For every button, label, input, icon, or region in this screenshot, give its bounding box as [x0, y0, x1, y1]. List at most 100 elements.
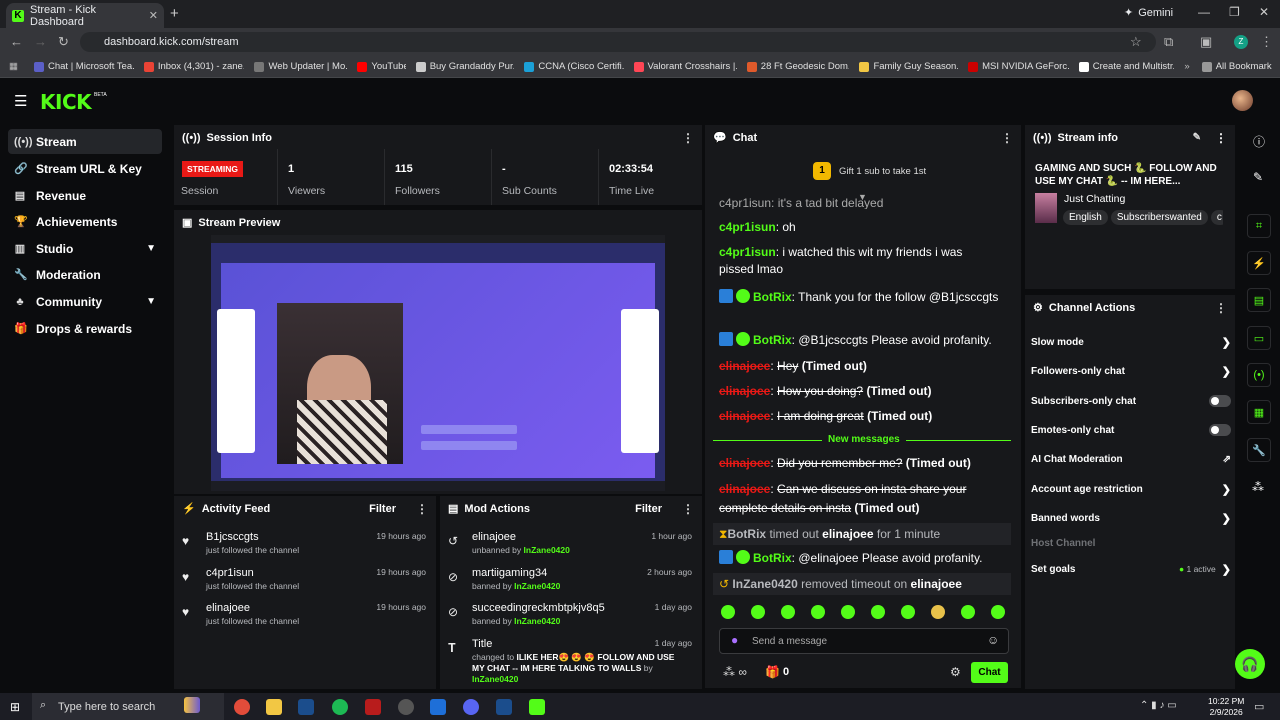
sidebar-item-drops[interactable]: 🎁 Drops & rewards: [8, 316, 162, 341]
microphone-icon[interactable]: ●: [731, 633, 738, 647]
app-icon[interactable]: [430, 699, 446, 715]
browser-tab[interactable]: K Stream - Kick Dashboard ✕: [6, 3, 164, 28]
chat-username[interactable]: elinajoee: [719, 409, 770, 423]
tab-close-icon[interactable]: ✕: [149, 9, 158, 22]
new-tab-icon[interactable]: +: [170, 5, 179, 22]
sidebar-item-revenue[interactable]: ▤ Revenue: [8, 183, 162, 208]
system-actor[interactable]: InZane0420: [732, 577, 797, 591]
subscribers-only-toggle[interactable]: [1209, 395, 1231, 407]
chat-username[interactable]: BotRix: [753, 333, 792, 347]
clock[interactable]: 10:22 PM 2/9/2026: [1208, 696, 1244, 718]
clipboard-icon[interactable]: ▤: [1247, 288, 1271, 312]
community-icon[interactable]: ⁂: [1252, 480, 1264, 494]
bookmark[interactable]: 28 Ft Geodesic Dom...: [746, 61, 849, 72]
lightning-icon[interactable]: ⚡: [1247, 251, 1271, 275]
mod-target[interactable]: succeedingreckmbtpkjv8q5: [472, 602, 605, 614]
chat-username[interactable]: BotRix: [753, 290, 792, 304]
app-icon[interactable]: [365, 699, 381, 715]
mod-actor[interactable]: InZane0420: [514, 616, 560, 626]
chat-username[interactable]: c4pr1isun: [719, 220, 776, 234]
notifications-icon[interactable]: ▭: [1254, 700, 1264, 713]
emotes-only-toggle[interactable]: [1209, 424, 1231, 436]
emote-icon[interactable]: [991, 605, 1005, 619]
sidebar-item-moderation[interactable]: 🔧 Moderation: [8, 262, 162, 287]
chat-input[interactable]: Send a message: [719, 628, 1009, 654]
maximize-icon[interactable]: ❐: [1229, 5, 1240, 19]
chat-username[interactable]: elinajoee: [719, 359, 770, 373]
bookmark[interactable]: MSI NVIDIA GeForc...: [968, 61, 1069, 72]
close-window-icon[interactable]: ✕: [1259, 5, 1269, 19]
set-goals-row[interactable]: Set goals ● 1 active ❯: [1031, 558, 1231, 580]
spotify-icon[interactable]: [332, 699, 348, 715]
emoji-picker-icon[interactable]: ☺: [987, 633, 999, 647]
apps-icon[interactable]: ▦: [9, 61, 18, 72]
bookmark[interactable]: Buy Grandaddy Pur...: [415, 61, 514, 72]
bookmark[interactable]: Family Guy Season...: [859, 61, 958, 72]
panel-menu-icon[interactable]: ⋮: [416, 502, 428, 516]
tag[interactable]: English: [1063, 210, 1108, 225]
filter-button[interactable]: Filter: [635, 503, 662, 515]
new-messages-label[interactable]: New messages: [822, 434, 906, 445]
bookmark[interactable]: CCNA (Cisco Certifi...: [524, 61, 624, 72]
side-panel-icon[interactable]: ▣: [1200, 34, 1212, 50]
wrench-icon[interactable]: 🔧: [1247, 438, 1271, 462]
panel-menu-icon[interactable]: ⋮: [682, 131, 694, 145]
sidebar-item-achievements[interactable]: 🏆 Achievements: [8, 209, 162, 234]
emote-icon[interactable]: [931, 605, 945, 619]
mod-target[interactable]: martiigaming34: [472, 567, 547, 579]
back-icon[interactable]: ←: [10, 34, 23, 49]
bookmark[interactable]: YouTube: [357, 61, 406, 72]
chat-username[interactable]: c4pr1isun: [719, 245, 776, 259]
emote-icon[interactable]: [811, 605, 825, 619]
bookmark-star-icon[interactable]: ☆: [1130, 34, 1142, 50]
chat-send-button[interactable]: Chat: [971, 662, 1008, 683]
followers-only-row[interactable]: Followers-only chat ❯: [1031, 360, 1231, 382]
banned-words-row[interactable]: Banned words ❯: [1031, 507, 1231, 529]
steam-icon[interactable]: [298, 699, 314, 715]
category-name[interactable]: Just Chatting: [1064, 193, 1125, 205]
system-target[interactable]: elinajoee: [822, 527, 873, 541]
gift-sub-prompt[interactable]: Gift 1 sub to take 1st: [839, 166, 926, 177]
tag[interactable]: c: [1210, 210, 1223, 225]
bookmark[interactable]: Create and Multistr...: [1078, 61, 1174, 72]
support-button[interactable]: 🎧: [1235, 649, 1265, 679]
tag[interactable]: Subscriberswanted: [1110, 210, 1208, 225]
emote-icon[interactable]: [721, 605, 735, 619]
more-bookmarks-icon[interactable]: »: [1184, 61, 1189, 72]
edit-icon[interactable]: ✎: [1193, 132, 1201, 143]
feed-username[interactable]: c4pr1isun: [206, 567, 254, 579]
slow-mode-row[interactable]: Slow mode ❯: [1031, 331, 1231, 353]
kick-logo[interactable]: KICK: [40, 90, 92, 114]
kick-app-icon[interactable]: [529, 699, 545, 715]
obs-icon[interactable]: [398, 699, 414, 715]
sidebar-item-studio[interactable]: ▥ Studio ▼: [8, 236, 162, 261]
broadcast-icon[interactable]: (•): [1247, 363, 1271, 387]
sidebar-item-stream[interactable]: ((•)) Stream: [8, 129, 162, 154]
system-tray-icons[interactable]: ⌃ ▮ ♪ ▭: [1140, 700, 1177, 711]
steam-icon[interactable]: [496, 699, 512, 715]
feed-username[interactable]: elinajoee: [206, 602, 250, 614]
emote-icon[interactable]: [781, 605, 795, 619]
avatar[interactable]: [1232, 90, 1253, 111]
chrome-icon[interactable]: [234, 699, 250, 715]
mod-actor[interactable]: InZane0420: [514, 581, 560, 591]
emote-icon[interactable]: [841, 605, 855, 619]
filter-button[interactable]: Filter: [369, 503, 396, 515]
emote-icon[interactable]: [871, 605, 885, 619]
chat-activity-icon[interactable]: ⁂ ∞: [723, 665, 747, 679]
all-bookmarks[interactable]: All Bookmarks: [1201, 61, 1272, 72]
bookmark[interactable]: Inbox (4,301) - zane...: [143, 61, 244, 72]
hamburger-menu-icon[interactable]: ☰: [14, 92, 27, 110]
layout-icon[interactable]: ▦: [1247, 400, 1271, 424]
mod-actor[interactable]: InZane0420: [524, 545, 570, 555]
bookmark[interactable]: Web Updater | Mo...: [254, 61, 347, 72]
ai-moderation-row[interactable]: AI Chat Moderation ⇗: [1031, 448, 1231, 470]
sub-gift-badge[interactable]: 1: [813, 162, 831, 180]
crop-icon[interactable]: ⌗: [1247, 214, 1271, 238]
minimize-icon[interactable]: —: [1198, 5, 1210, 19]
menu-kebab-icon[interactable]: ⋮: [1260, 34, 1273, 50]
info-icon[interactable]: ⓘ: [1253, 133, 1265, 150]
forward-icon[interactable]: →: [34, 34, 47, 49]
extensions-icon[interactable]: ⧉: [1164, 34, 1173, 50]
sidebar-item-stream-url[interactable]: 🔗 Stream URL & Key: [8, 156, 162, 181]
